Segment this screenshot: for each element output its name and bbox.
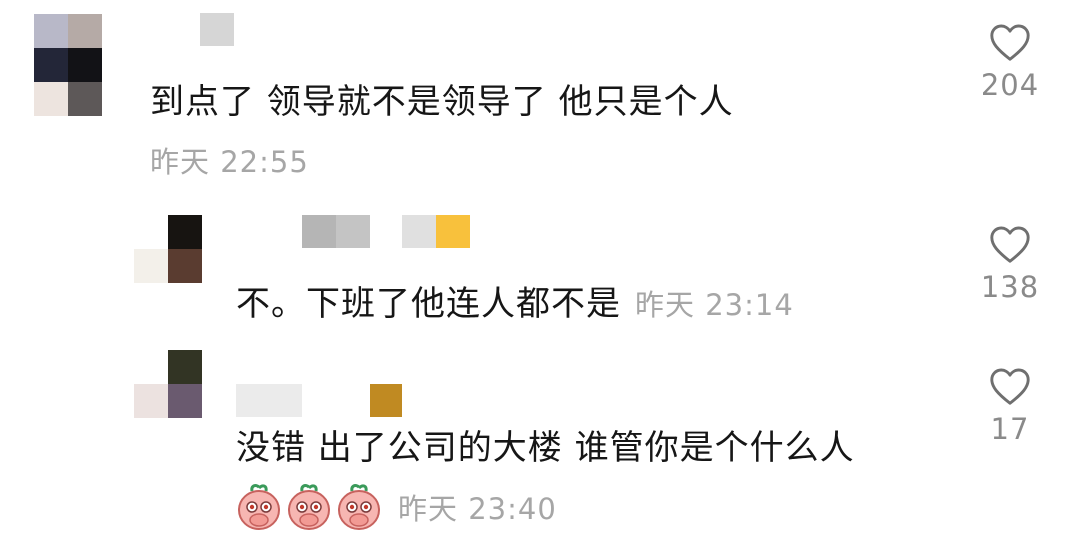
- avatar-pixel: [134, 249, 168, 283]
- username-pixel: [436, 215, 470, 248]
- avatar-pixel: [134, 350, 168, 384]
- avatar-pixelated[interactable]: [134, 350, 202, 418]
- comment-1: 到点了 领导就不是领导了 他只是个人 昨天 22:55 204: [0, 0, 1080, 200]
- username-pixel: [302, 215, 336, 248]
- avatar-pixel: [168, 350, 202, 384]
- username-pixel: [336, 215, 370, 248]
- avatar-pixel: [68, 48, 102, 82]
- avatar-pixelated[interactable]: [134, 215, 202, 283]
- like-button[interactable]: 17: [960, 366, 1060, 446]
- avatar-pixel: [134, 384, 168, 418]
- username-pixel: [370, 384, 402, 417]
- username-pixel: [236, 384, 302, 417]
- username-pixelated[interactable]: [200, 13, 234, 46]
- username-pixel: [402, 215, 436, 248]
- comment-timestamp: 昨天 23:14: [635, 288, 794, 322]
- comment-timestamp: 昨天 23:40: [398, 492, 557, 526]
- avatar-pixel: [168, 215, 202, 249]
- peach-facepalm-emoji: [338, 484, 380, 530]
- avatar-pixel: [68, 82, 102, 116]
- like-count: 204: [980, 68, 1040, 102]
- comment-text[interactable]: 到点了 领导就不是领导了 他只是个人: [150, 80, 734, 124]
- peach-facepalm-emoji: [238, 484, 280, 530]
- comment-text-body: 不。下班了他连人都不是: [236, 284, 621, 324]
- avatar-pixel: [34, 82, 68, 116]
- username-pixelated[interactable]: [236, 384, 402, 417]
- emoji-row: 昨天 23:40: [236, 483, 557, 531]
- avatar-pixel: [34, 14, 68, 48]
- avatar-pixel: [34, 48, 68, 82]
- comment-timestamp: 昨天 22:55: [150, 145, 309, 179]
- avatar-pixel: [168, 384, 202, 418]
- comment-text[interactable]: 没错 出了公司的大楼 谁管你是个什么人: [236, 426, 855, 470]
- peach-facepalm-emoji: [288, 484, 330, 530]
- like-button[interactable]: 204: [960, 22, 1060, 102]
- avatar-pixel: [68, 14, 102, 48]
- comment-text[interactable]: 不。下班了他连人都不是 昨天 23:14: [236, 282, 794, 327]
- like-button[interactable]: 138: [960, 224, 1060, 304]
- like-count: 17: [990, 412, 1030, 446]
- heart-outline-icon: [990, 368, 1030, 405]
- heart-outline-icon: [990, 226, 1030, 263]
- username-pixel: [200, 13, 234, 46]
- avatar-pixel: [168, 249, 202, 283]
- like-count: 138: [980, 270, 1040, 304]
- avatar-pixel: [134, 215, 168, 249]
- username-pixelated[interactable]: [302, 215, 470, 248]
- heart-outline-icon: [990, 24, 1030, 61]
- avatar-pixelated[interactable]: [34, 14, 102, 116]
